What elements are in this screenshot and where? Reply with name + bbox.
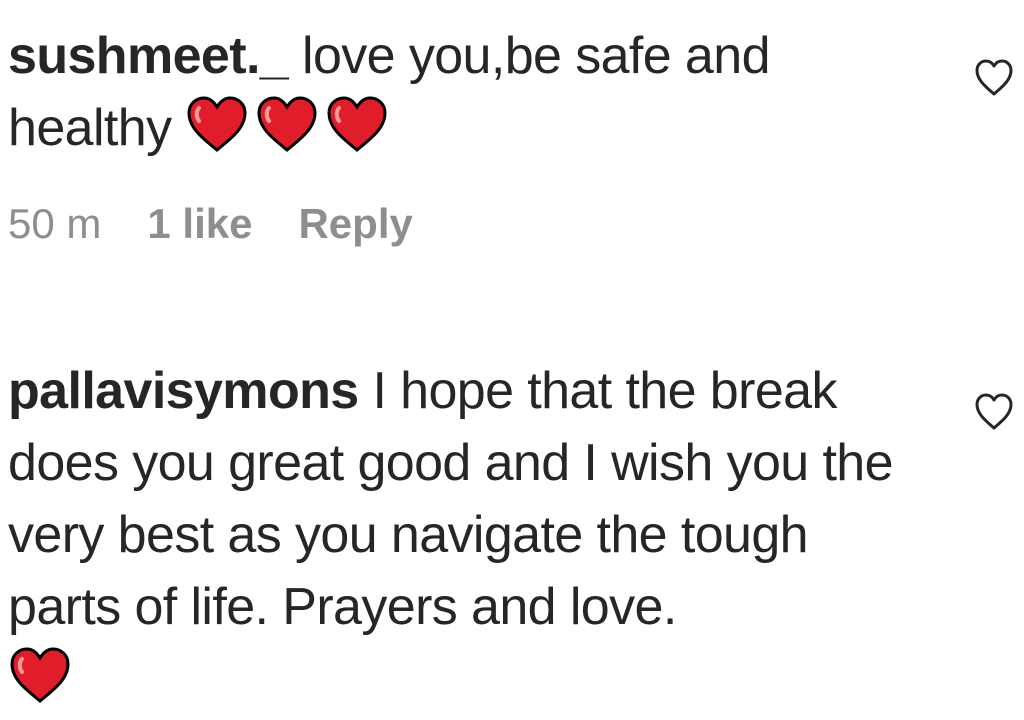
red-heart-emoji-icon bbox=[325, 95, 389, 153]
comment: sushmeet._ love you,be safe and healthy … bbox=[8, 20, 838, 248]
comment-likes[interactable]: 1 like bbox=[147, 200, 252, 248]
red-heart-emoji-icon bbox=[255, 95, 319, 153]
comment-text: pallavisymons I hope that the break does… bbox=[8, 355, 908, 715]
comment-time: 50 m bbox=[8, 200, 102, 247]
comment: pallavisymons I hope that the break does… bbox=[8, 355, 908, 715]
comment-meta: 50 m 1 like Reply bbox=[8, 200, 838, 248]
comment-username[interactable]: pallavisymons bbox=[8, 362, 359, 420]
reply-button[interactable]: Reply bbox=[298, 200, 412, 248]
red-heart-emoji-icon bbox=[185, 95, 249, 153]
heart-outline-icon[interactable] bbox=[972, 390, 1016, 434]
comment-username[interactable]: sushmeet._ bbox=[8, 27, 289, 85]
red-heart-emoji-icon bbox=[8, 646, 72, 704]
comment-text: sushmeet._ love you,be safe and healthy bbox=[8, 20, 838, 164]
heart-outline-icon[interactable] bbox=[972, 56, 1016, 100]
